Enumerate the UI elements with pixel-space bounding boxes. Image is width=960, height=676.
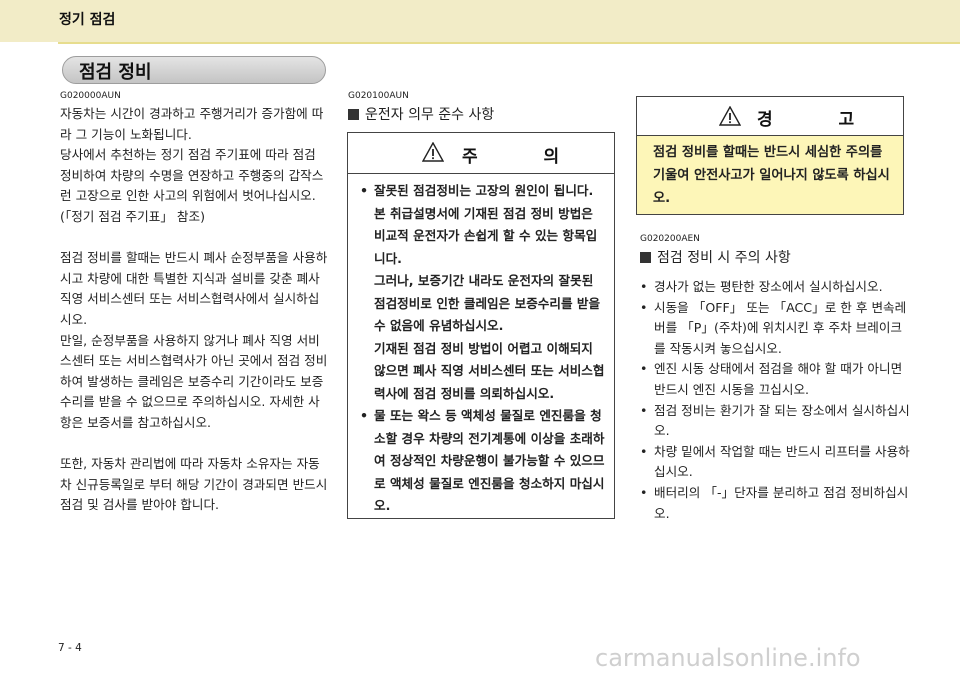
list-item-text: 차량 밑에서 작업할 때는 반드시 리프터를 사용하십시오. [654, 443, 910, 480]
column2-heading-text: 운전자 의무 준수 사항 [365, 107, 495, 123]
column2-heading: 운전자 의무 준수 사항 [348, 104, 494, 124]
list-item: • 물 또는 왁스 등 액체성 물질로 엔진룸을 청소할 경우 차량의 전기계통에… [360, 408, 605, 513]
page-number: 7 - 4 [58, 642, 82, 654]
column1-code: G020000AUN [60, 91, 121, 101]
column3-code: G020200AEN [640, 234, 700, 244]
list-item-text: 경사가 없는 평탄한 장소에서 실시하십시오. [654, 279, 883, 294]
paragraph: 점검 정비를 할때는 반드시 폐사 순정부품을 사용하시고 차량에 대한 특별한… [60, 250, 328, 327]
column3-heading: 점검 정비 시 주의 사항 [640, 247, 791, 267]
warning-triangle-icon [422, 142, 444, 162]
list-item-text: 배터리의 「-」단자를 분리하고 점검 정비하십시오. [654, 484, 909, 521]
list-item: 기재된 점검 정비 방법이 어렵고 이해되지 않으면 폐사 직영 서비스센터 또… [360, 338, 606, 406]
list-item-text: 물 또는 왁스 등 액체성 물질로 엔진룸을 청소할 경우 차량의 전기계통에 … [374, 408, 605, 513]
column2-code: G020100AUN [348, 91, 409, 101]
list-item-text: 점검 정비는 환기가 잘 되는 장소에서 실시하십시오. [654, 402, 910, 439]
warning-triangle-icon [719, 106, 741, 126]
list-item-text: 잘못된 점검정비는 고장의 원인이 됩니다. 본 취급설명서에 기재된 점검 정… [374, 183, 598, 266]
list-item-text: 그러나, 보증기간 내라도 운전자의 잘못된 점검정비로 인한 클레임은 보증수… [374, 273, 601, 333]
caution-title: 주 의 [462, 147, 590, 167]
paragraph: (「정기 점검 주기표」 참조) [60, 208, 205, 224]
list-item: • 잘못된 점검정비는 고장의 원인이 됩니다. 본 취급설명서에 기재된 점검 … [360, 183, 598, 266]
column1-body: 자동차는 시간이 경과하고 주행거리가 증가함에 따라 그 기능이 노화됩니다.… [60, 104, 328, 516]
caution-header: 주 의 [348, 133, 614, 174]
square-bullet-icon [348, 109, 359, 120]
caution-body: • 잘못된 점검정비는 고장의 원인이 됩니다. 본 취급설명서에 기재된 점검 … [360, 180, 606, 518]
square-bullet-icon [640, 252, 651, 263]
warning-title: 경 고 [757, 110, 885, 130]
warning-box: 경 고 점검 정비를 할때는 반드시 세심한 주의를 기울여 안전사고가 일어나… [636, 96, 904, 215]
watermark: carmanualsonline.info [595, 644, 861, 672]
list-item-text: 기재된 점검 정비 방법이 어렵고 이해되지 않으면 폐사 직영 서비스센터 또… [374, 340, 605, 401]
paragraph: 만일, 순정부품을 사용하지 않거나 폐사 직영 서비스센터 또는 서비스협력사… [60, 332, 328, 430]
section-title: 점검 정비 [79, 62, 152, 83]
column3-list: • 경사가 없는 평탄한 장소에서 실시하십시오. • 시동을 「OFF」 또는 「… [640, 277, 910, 524]
list-item: • 시동을 「OFF」 또는 「ACC」로 한 후 변속레버를 「P」(주차)에 … [640, 299, 907, 356]
list-item: • 배터리의 「-」단자를 분리하고 점검 정비하십시오. [640, 484, 909, 521]
list-item: • 엔진 시동 상태에서 점검을 해야 할 때가 아니면 반드시 엔진 시동을 끄… [640, 361, 903, 397]
paragraph: 당사에서 추천하는 정기 점검 주기표에 따라 점검 정비하여 차량의 수명을 … [60, 147, 324, 204]
list-item: • 차량 밑에서 작업할 때는 반드시 리프터를 사용하십시오. [640, 443, 910, 480]
list-item: • 경사가 없는 평탄한 장소에서 실시하십시오. [640, 279, 883, 294]
chapter-title: 정기 점검 [59, 12, 116, 28]
warning-text: 점검 정비를 할때는 반드시 세심한 주의를 기울여 안전사고가 일어나지 않도… [653, 145, 890, 206]
header-divider [58, 42, 960, 44]
warning-header: 경 고 [637, 97, 903, 136]
column3-heading-text: 점검 정비 시 주의 사항 [657, 250, 791, 266]
paragraph: 또한, 자동차 관리법에 따라 자동차 소유자는 자동차 신규등록일로 부터 해… [60, 456, 328, 513]
list-item-text: 엔진 시동 상태에서 점검을 해야 할 때가 아니면 반드시 엔진 시동을 끄십… [654, 361, 903, 397]
paragraph: 자동차는 시간이 경과하고 주행거리가 증가함에 따라 그 기능이 노화됩니다. [60, 106, 324, 142]
caution-box: 주 의 • 잘못된 점검정비는 고장의 원인이 됩니다. 본 취급설명서에 기재된… [347, 132, 615, 519]
header-band [0, 0, 960, 42]
section-title-pill: 점검 정비 [62, 56, 326, 84]
list-item-text: 시동을 「OFF」 또는 「ACC」로 한 후 변속레버를 「P」(주차)에 위… [654, 299, 907, 356]
list-item: 그러나, 보증기간 내라도 운전자의 잘못된 점검정비로 인한 클레임은 보증수… [360, 270, 606, 338]
list-item: • 점검 정비는 환기가 잘 되는 장소에서 실시하십시오. [640, 402, 910, 439]
